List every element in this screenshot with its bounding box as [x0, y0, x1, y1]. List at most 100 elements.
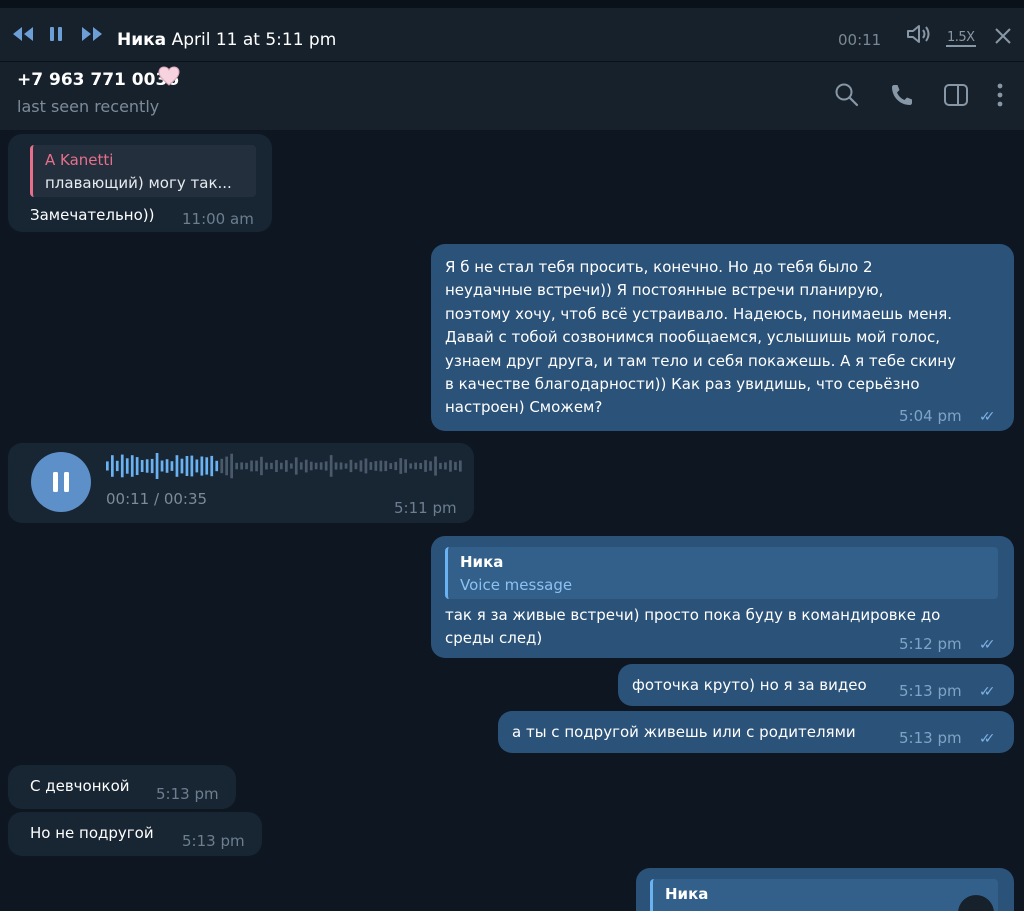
player-track-title[interactable]: Ника April 11 at 5:11 pm	[117, 30, 336, 50]
message-time: 5:13 pm	[182, 832, 245, 850]
waveform-bar	[265, 462, 268, 470]
rewind-icon[interactable]	[11, 26, 35, 46]
waveform-bar	[240, 462, 243, 470]
waveform-bar	[389, 463, 393, 469]
phone-icon[interactable]	[889, 82, 915, 108]
waveform-bar	[429, 461, 432, 471]
message-text: а ты с подругой живешь или с родителями	[512, 723, 856, 741]
waveform-bar	[339, 462, 343, 470]
reply-quote[interactable]: Ника Voice message	[445, 547, 998, 599]
message-incoming[interactable]: A Kanetti плавающий) могу так... Замечат…	[8, 134, 272, 232]
waveform-bar	[155, 453, 159, 479]
waveform-bar	[444, 462, 447, 470]
waveform-bar	[270, 462, 273, 470]
waveform-bar	[260, 456, 263, 476]
playback-speed-button[interactable]: 1.5X	[946, 30, 976, 47]
waveform-bar	[180, 458, 184, 474]
waveform-bar	[245, 462, 248, 470]
waveform-bar	[374, 461, 378, 471]
waveform-bar	[299, 462, 303, 470]
waveform-bar	[290, 463, 293, 469]
waveform-bar	[125, 458, 129, 474]
pause-icon[interactable]	[48, 26, 64, 46]
reply-author: Ника	[665, 885, 709, 903]
waveform-bar	[304, 459, 308, 473]
reply-quote[interactable]: A Kanetti плавающий) могу так...	[30, 145, 256, 197]
reply-text: плавающий) могу так...	[45, 174, 232, 192]
more-vertical-icon[interactable]	[990, 82, 1016, 108]
reply-author: A Kanetti	[45, 151, 114, 169]
waveform-bar	[235, 462, 238, 470]
waveform-bar	[145, 459, 149, 473]
close-icon[interactable]	[994, 26, 1012, 51]
waveform-bar	[294, 457, 298, 475]
waveform-bar	[314, 462, 318, 470]
waveform-bar	[459, 460, 462, 472]
reply-author: Ника	[460, 553, 504, 571]
waveform-bar	[394, 461, 398, 471]
waveform-bar	[285, 460, 288, 472]
message-incoming[interactable]: С девчонкой 5:13 pm	[8, 765, 236, 809]
read-checkmarks-icon: ✓✓	[979, 637, 996, 653]
message-text: Я б не стал тебя просить, конечно. Но до…	[445, 256, 1005, 420]
waveform-bar	[130, 455, 134, 477]
message-time: 5:04 pm	[899, 407, 962, 425]
waveform-bar	[329, 455, 333, 477]
waveform-bar	[250, 460, 253, 472]
waveform-bar	[424, 460, 427, 472]
player-date: April 11 at 5:11 pm	[171, 30, 337, 50]
waveform-bar	[439, 462, 442, 470]
read-checkmarks-icon: ✓✓	[979, 409, 996, 425]
waveform-bar	[120, 454, 124, 478]
waveform-bar	[449, 460, 452, 472]
reply-text: Voice message	[460, 576, 573, 594]
message-outgoing[interactable]: Ника Voice message так я за живые встреч…	[431, 536, 1014, 658]
read-checkmarks-icon: ✓✓	[979, 684, 996, 700]
read-checkmarks-icon: ✓✓	[979, 731, 996, 747]
waveform-bar	[215, 460, 219, 472]
waveform-bar	[309, 461, 313, 471]
message-line: Давай с тобой созвонимся пообщаемся, усл…	[445, 328, 940, 347]
waveform-bar	[319, 462, 323, 470]
message-text: фоточка круто) но я за видео	[632, 676, 867, 694]
waveform-bar	[369, 462, 373, 470]
waveform-bar	[275, 460, 278, 472]
message-time: 5:13 pm	[156, 785, 219, 803]
message-line: Я б не стал тебя просить, конечно. Но до…	[445, 258, 873, 276]
waveform-bar	[210, 455, 214, 477]
message-incoming[interactable]: Но не подругой 5:13 pm	[8, 812, 262, 856]
message-outgoing[interactable]: фоточка круто) но я за видео 5:13 pm ✓✓	[618, 664, 1014, 706]
message-outgoing[interactable]: Я б не стал тебя просить, конечно. Но до…	[431, 244, 1014, 431]
message-outgoing[interactable]: а ты с подругой живешь или с родителями …	[498, 711, 1014, 753]
waveform-bar	[160, 460, 164, 472]
volume-icon[interactable]	[905, 23, 933, 49]
waveform-bar	[190, 455, 194, 477]
audio-player-bar: Ника April 11 at 5:11 pm 00:11 1.5X	[0, 0, 1024, 62]
waveform-bar	[200, 456, 204, 476]
search-icon[interactable]	[834, 82, 860, 108]
waveform-bar	[111, 455, 114, 477]
waveform-bar	[414, 462, 417, 470]
voice-pause-button[interactable]	[31, 452, 91, 512]
voice-progress: 00:11 / 00:35	[106, 490, 208, 508]
fast-forward-icon[interactable]	[80, 26, 104, 46]
waveform-bar	[334, 462, 338, 470]
waveform-bar	[150, 458, 154, 474]
waveform-bar	[255, 460, 258, 472]
waveform-bar	[230, 453, 233, 479]
waveform-bar	[195, 459, 199, 473]
waveform-bar	[434, 456, 437, 476]
voice-waveform[interactable]	[106, 453, 464, 479]
waveform-bar	[364, 458, 368, 474]
sidebar-toggle-icon[interactable]	[943, 82, 969, 108]
message-outgoing[interactable]: Ника	[636, 868, 1014, 911]
voice-message[interactable]: 00:11 / 00:35 5:11 pm	[8, 443, 474, 523]
reply-quote[interactable]: Ника	[650, 879, 998, 911]
chat-title[interactable]: +7 963 771 0036	[17, 70, 179, 90]
waveform-bar	[379, 460, 383, 472]
waveform-bar	[384, 460, 388, 472]
player-position: 00:11	[838, 31, 882, 49]
message-line: так я за живые встречи) просто пока буду…	[445, 606, 941, 624]
waveform-bar	[165, 459, 169, 473]
message-time: 5:11 pm	[394, 499, 457, 517]
